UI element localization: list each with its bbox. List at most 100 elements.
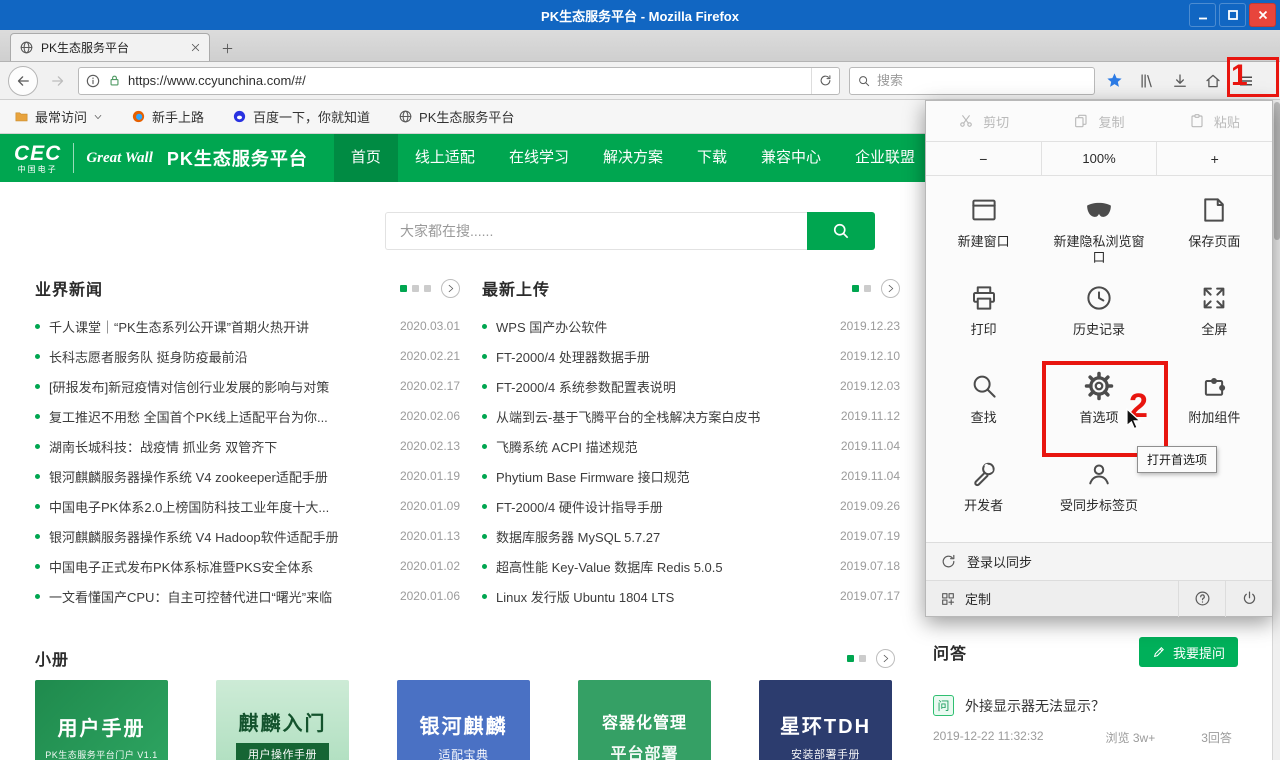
booklets-more-button[interactable] [876, 649, 895, 668]
reload-button[interactable] [811, 68, 833, 94]
news-item[interactable]: 复工推迟不用愁 全国首个PK线上适配平台为你...2020.02.06 [35, 401, 460, 431]
minimize-button[interactable] [1189, 3, 1216, 27]
bookmark-baidu[interactable]: 百度一下，你就知道 [232, 107, 370, 126]
upload-item[interactable]: 数据库服务器 MySQL 5.7.272019.07.19 [482, 521, 900, 551]
ask-question-button[interactable]: 我要提问 [1139, 637, 1238, 667]
news-item[interactable]: 长科志愿者服务队 挺身防疫最前沿2020.02.21 [35, 341, 460, 371]
nav-solutions[interactable]: 解决方案 [586, 134, 680, 182]
qa-question-item[interactable]: 问 外接显示器无法显示？ [933, 695, 1238, 716]
site-info-icon[interactable] [85, 73, 101, 89]
menu-cut[interactable]: 剪切 [926, 112, 1041, 131]
pager-dot[interactable] [412, 285, 419, 292]
upload-item[interactable]: Linux 发行版 Ubuntu 1804 LTS2019.07.17 [482, 581, 900, 611]
news-item[interactable]: 湖南长城科技：战疫情 抓业务 双管齐下2020.02.13 [35, 431, 460, 461]
menu-item-addons[interactable]: 附加组件 [1157, 360, 1272, 448]
upload-item[interactable]: 飞腾系统 ACPI 描述规范2019.11.04 [482, 431, 900, 461]
upload-item[interactable]: Phytium Base Firmware 接口规范2019.11.04 [482, 461, 900, 491]
quit-power-button[interactable] [1225, 581, 1272, 617]
menu-customize[interactable]: 定制 [940, 589, 991, 608]
menu-copy[interactable]: 复制 [1041, 112, 1156, 131]
reload-icon [818, 73, 833, 88]
booklets-section: 小册 [35, 645, 895, 671]
library-button[interactable] [1133, 67, 1161, 95]
news-more-button[interactable] [441, 279, 460, 298]
browser-search[interactable] [849, 67, 1095, 95]
nav-online-learning[interactable]: 在线学习 [492, 134, 586, 182]
upload-item[interactable]: 从端到云-基于飞腾平台的全栈解决方案白皮书2019.11.12 [482, 401, 900, 431]
help-button[interactable] [1178, 581, 1225, 617]
site-search-button[interactable] [807, 212, 875, 250]
firefox-window: PK生态服务平台 - Mozilla Firefox PK生态服务平台 [0, 0, 1280, 760]
vertical-scrollbar[interactable] [1272, 100, 1280, 760]
upload-item[interactable]: WPS 国产办公软件2019.12.23 [482, 311, 900, 341]
news-item[interactable]: 中国电子PK体系2.0上榜国防科技工业年度十大...2020.01.09 [35, 491, 460, 521]
lock-icon [107, 73, 122, 88]
downloads-button[interactable] [1166, 67, 1194, 95]
window-titlebar: PK生态服务平台 - Mozilla Firefox [0, 0, 1280, 30]
menu-paste[interactable]: 粘贴 [1157, 112, 1272, 131]
menu-item-save-page[interactable]: 保存页面 [1157, 184, 1272, 272]
bookmark-getting-started[interactable]: 新手上路 [131, 107, 204, 126]
pager-dot[interactable] [424, 285, 431, 292]
pager-dot[interactable] [847, 655, 854, 662]
booklet-card[interactable]: 银河麒麟 适配宝典 [397, 680, 530, 760]
pager-dot[interactable] [852, 285, 859, 292]
zoom-level[interactable]: 100% [1041, 142, 1158, 175]
bookmark-star-button[interactable] [1100, 67, 1128, 95]
upload-item[interactable]: 超高性能 Key-Value 数据库 Redis 5.0.52019.07.18 [482, 551, 900, 581]
developer-wrench-icon [969, 459, 999, 489]
maximize-button[interactable] [1219, 3, 1246, 27]
pager-dot[interactable] [400, 285, 407, 292]
mouse-cursor [1126, 408, 1148, 432]
site-search-input[interactable] [385, 212, 807, 250]
booklet-card[interactable]: 用户手册 PK生态服务平台门户 V1.1 [35, 680, 168, 760]
tab-close-icon[interactable] [190, 42, 201, 53]
menu-sign-in-sync[interactable]: 登录以同步 [926, 542, 1272, 580]
bookmark-pk-platform[interactable]: PK生态服务平台 [398, 107, 514, 126]
home-button[interactable] [1199, 67, 1227, 95]
forward-arrow-icon [49, 72, 67, 90]
pager-dot[interactable] [864, 285, 871, 292]
nav-home[interactable]: 首页 [334, 134, 398, 182]
upload-item[interactable]: FT-2000/4 处理器数据手册2019.12.10 [482, 341, 900, 371]
browser-search-input[interactable] [877, 73, 1087, 88]
scrollbar-thumb[interactable] [1274, 102, 1280, 240]
news-item[interactable]: 中国电子正式发布PK体系标准暨PKS安全体系2020.01.02 [35, 551, 460, 581]
upload-item[interactable]: FT-2000/4 系统参数配置表说明2019.12.03 [482, 371, 900, 401]
menu-item-print[interactable]: 打印 [926, 272, 1041, 360]
nav-online-adaptation[interactable]: 线上适配 [398, 134, 492, 182]
booklet-card[interactable]: 容器化管理 平台部署 [578, 680, 711, 760]
question-text: 外接显示器无法显示？ [965, 696, 1105, 716]
uploads-more-button[interactable] [881, 279, 900, 298]
nav-compatibility-center[interactable]: 兼容中心 [744, 134, 838, 182]
news-item[interactable]: 银河麒麟服务器操作系统 V4 Hadoop软件适配手册2020.01.13 [35, 521, 460, 551]
news-item[interactable]: 一文看懂国产CPU：自主可控替代进口“曙光”来临2020.01.06 [35, 581, 460, 611]
news-item[interactable]: 千人课堂｜“PK生态系列公开课”首期火热开讲2020.03.01 [35, 311, 460, 341]
url-bar[interactable] [78, 67, 840, 95]
news-item[interactable]: [研报发布]新冠疫情对信创行业发展的影响与对策2020.02.17 [35, 371, 460, 401]
tab-bar: PK生态服务平台 [0, 30, 1280, 62]
menu-item-fullscreen[interactable]: 全屏 [1157, 272, 1272, 360]
close-button[interactable] [1249, 3, 1276, 27]
booklet-card[interactable]: 麒麟入门 用户操作手册 [216, 680, 349, 760]
nav-enterprise-alliance[interactable]: 企业联盟 [838, 134, 932, 182]
menu-item-new-window[interactable]: 新建窗口 [926, 184, 1041, 272]
new-tab-button[interactable] [212, 35, 242, 61]
cec-logo[interactable]: CEC 中国电子 [14, 143, 61, 174]
zoom-out-button[interactable]: − [926, 142, 1041, 175]
menu-item-history[interactable]: 历史记录 [1041, 272, 1156, 360]
bookmark-most-visited[interactable]: 最常访问 [14, 107, 103, 126]
menu-item-developer[interactable]: 开发者 [926, 448, 1041, 536]
forward-button[interactable] [43, 66, 73, 96]
booklet-card[interactable]: 星环TDH 安装部署手册 [759, 680, 892, 760]
pager-dot[interactable] [859, 655, 866, 662]
back-button[interactable] [8, 66, 38, 96]
news-item[interactable]: 银河麒麟服务器操作系统 V4 zookeeper适配手册2020.01.19 [35, 461, 460, 491]
tab-active[interactable]: PK生态服务平台 [10, 33, 210, 61]
upload-item[interactable]: FT-2000/4 硬件设计指导手册2019.09.26 [482, 491, 900, 521]
zoom-in-button[interactable]: + [1157, 142, 1272, 175]
menu-item-new-private-window[interactable]: 新建隐私浏览窗口 [1041, 184, 1156, 272]
menu-item-find[interactable]: 查找 [926, 360, 1041, 448]
url-input[interactable] [128, 73, 805, 88]
nav-downloads[interactable]: 下载 [680, 134, 744, 182]
